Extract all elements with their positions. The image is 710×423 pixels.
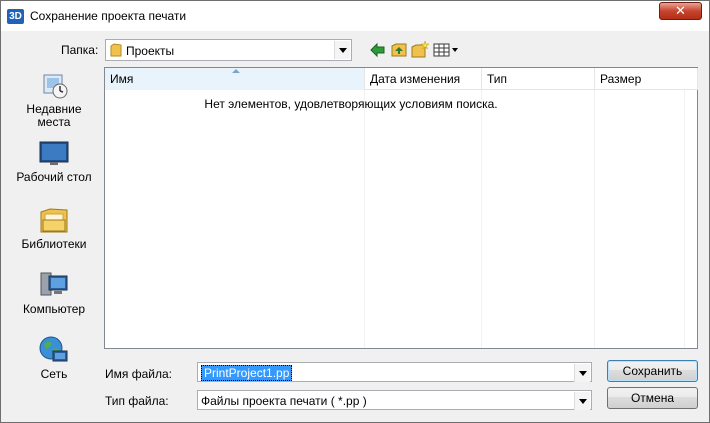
place-recent[interactable]: Недавние места <box>9 71 99 129</box>
title-bar: 3D Сохранение проекта печати ✕ <box>1 1 709 31</box>
close-button[interactable]: ✕ <box>659 2 702 20</box>
chevron-down-icon[interactable] <box>574 364 590 382</box>
app-icon: 3D <box>7 9 24 24</box>
column-label: Размер <box>600 72 642 86</box>
libraries-icon <box>40 208 68 233</box>
chevron-down-icon[interactable] <box>334 41 350 59</box>
places-bar: Недавние места Рабочий стол Библиотеки К… <box>9 67 99 387</box>
place-label: Рабочий стол <box>16 170 92 184</box>
column-label: Дата изменения <box>370 72 461 86</box>
place-label: Библиотеки <box>21 237 87 251</box>
column-divider <box>594 90 595 348</box>
recent-places-icon <box>43 74 68 99</box>
save-dialog: 3D Сохранение проекта печати ✕ Папка: Пр… <box>0 0 710 423</box>
filename-field[interactable]: PrintProject1.pp <box>197 362 592 382</box>
new-folder-icon[interactable] <box>411 41 429 59</box>
filetype-select[interactable]: Файлы проекта печати ( *.pp ) <box>197 390 592 410</box>
column-divider <box>364 90 365 348</box>
column-name[interactable]: Имя <box>105 68 365 90</box>
network-icon <box>39 336 68 362</box>
file-list[interactable]: Имя Дата изменения Тип Размер Нет элемен… <box>104 67 698 349</box>
column-date[interactable]: Дата изменения <box>365 68 482 90</box>
place-network[interactable]: Сеть <box>9 334 99 381</box>
cancel-button[interactable]: Отмена <box>607 387 698 409</box>
column-label: Имя <box>110 72 134 86</box>
place-label: Недавние места <box>26 102 82 129</box>
computer-icon <box>40 272 68 296</box>
empty-message: Нет элементов, удовлетворяющих условиям … <box>204 97 498 111</box>
folder-dropdown[interactable]: Проекты <box>105 39 352 61</box>
folder-label: Папка: <box>61 43 99 57</box>
up-folder-icon[interactable] <box>390 41 408 59</box>
place-libraries[interactable]: Библиотеки <box>9 204 99 251</box>
back-arrow-icon[interactable] <box>369 41 387 59</box>
place-label: Сеть <box>40 367 68 381</box>
folder-icon <box>110 43 122 57</box>
filetype-value: Файлы проекта печати ( *.pp ) <box>201 394 367 408</box>
view-menu-icon[interactable] <box>433 41 461 59</box>
column-size[interactable]: Размер <box>595 68 698 90</box>
filetype-label: Тип файла: <box>105 394 169 408</box>
filename-value: PrintProject1.pp <box>201 365 293 381</box>
place-label: Компьютер <box>22 302 86 316</box>
column-divider <box>684 90 685 348</box>
column-type[interactable]: Тип <box>482 68 595 90</box>
column-divider <box>481 90 482 348</box>
list-header: Имя Дата изменения Тип Размер <box>105 68 698 90</box>
place-desktop[interactable]: Рабочий стол <box>9 139 99 184</box>
filename-label: Имя файла: <box>105 367 172 381</box>
folder-value: Проекты <box>126 44 175 58</box>
place-computer[interactable]: Компьютер <box>9 269 99 316</box>
window-title: Сохранение проекта печати <box>30 9 187 23</box>
column-label: Тип <box>487 72 508 86</box>
chevron-down-icon[interactable] <box>574 392 590 410</box>
desktop-icon <box>39 141 69 165</box>
save-button[interactable]: Сохранить <box>607 360 698 382</box>
sort-ascending-icon <box>232 69 240 73</box>
